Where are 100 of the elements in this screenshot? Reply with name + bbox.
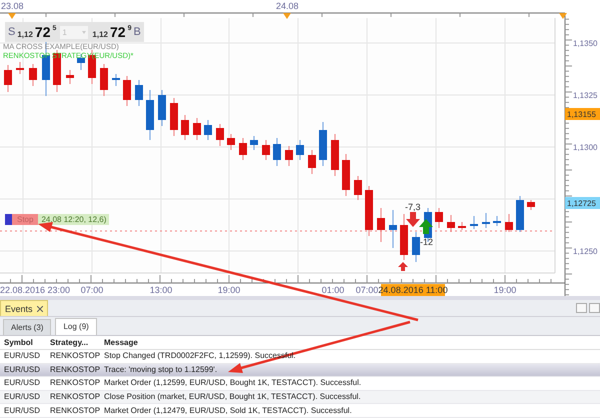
candle <box>482 212 490 228</box>
candle <box>239 138 247 160</box>
candle <box>4 64 12 92</box>
candle <box>470 216 478 230</box>
table-cell-text: RENKOSTOP <box>50 406 102 416</box>
table-cell-text: EUR/USD <box>3 351 42 362</box>
candle <box>204 120 212 140</box>
table-row[interactable]: EUR/USD RENKOSTOP Close Position (market, EUR/USD, Bought 1K, TESTACCT). Successful. <box>0 390 600 404</box>
table-cell-text: Close Position (market, EUR/USD, Bought 1K, TESTACCT). Successful. <box>104 392 362 402</box>
table-cell-text: Market Order (1,12599, EUR/USD, Bought 1K, TESTACCT). Successful. <box>104 378 362 388</box>
date-label: 23.08 <box>1 1 24 11</box>
price-label: 1,1350 <box>573 39 598 48</box>
date-marker-icon <box>283 13 291 19</box>
date-label: 24.08 <box>276 1 299 11</box>
candle <box>296 140 304 160</box>
candle <box>505 214 513 232</box>
price-label: 1,1300 <box>573 143 598 152</box>
date-marker-icon <box>559 13 567 19</box>
candle <box>181 114 189 140</box>
time-label: 19:00 <box>494 285 516 295</box>
table-cell-text: RENKOSTOP <box>50 392 102 402</box>
candle <box>66 70 74 84</box>
candle <box>100 64 108 96</box>
candle <box>227 134 235 150</box>
candle <box>319 122 327 166</box>
buy-price-prefix: 1,12 <box>92 30 108 38</box>
table-cell-text: RENKOSTOP <box>50 378 102 388</box>
sell-label: S <box>8 26 16 38</box>
candle <box>262 140 270 160</box>
candle <box>354 176 362 200</box>
table-cell-text: RENKOSTOP <box>50 364 102 375</box>
candle <box>365 186 373 236</box>
price-label: 1,1250 <box>573 247 598 256</box>
table-row[interactable]: EUR/USD RENKOSTOP Market Order (1,12479, EUR/USD, Sold 1K, TESTACCT). Successful. <box>0 404 600 418</box>
candle <box>412 232 420 262</box>
table-row[interactable]: EUR/USD RENKOSTOP Market Order (1,12599, EUR/USD, Bought 1K, TESTACCT). Successful. <box>0 377 600 391</box>
time-label: 19:00 <box>218 285 240 295</box>
candle <box>400 214 408 260</box>
buy-label: B <box>133 26 141 38</box>
stop-handle[interactable] <box>5 214 12 225</box>
time-label: 01:00 <box>322 285 344 295</box>
candle <box>377 208 385 242</box>
column-header[interactable]: Symbol <box>0 338 50 347</box>
time-label: 22.08.2016 23:00 <box>0 285 70 295</box>
candle <box>389 210 397 248</box>
candle <box>516 196 524 232</box>
buy-price-pips: 72 <box>110 24 126 40</box>
candle <box>273 138 281 166</box>
table-cell-text: RENKOSTOP <box>50 351 102 362</box>
candle <box>342 154 350 196</box>
price-marker: 1,12725 <box>565 197 600 209</box>
table-row[interactable]: EUR/USD RENKOSTOP Trace: 'moving stop to 1.12599'. <box>0 364 600 378</box>
time-label: 13:00 <box>150 285 172 295</box>
stop-detail: 24.08 12:20, 12,6) <box>38 214 110 225</box>
candle <box>308 150 316 174</box>
candle <box>135 80 143 106</box>
date-marker-icon <box>8 13 16 19</box>
price-label: 1,1325 <box>573 91 598 100</box>
candle <box>193 118 201 140</box>
table-cell-text: EUR/USD <box>3 392 42 402</box>
price-marker: 1,13155 <box>565 108 600 120</box>
candle <box>250 136 258 150</box>
candle <box>435 208 443 228</box>
candle <box>447 214 455 232</box>
time-label: 07:00 <box>356 285 378 295</box>
restore-icon[interactable] <box>576 303 587 313</box>
events-tab[interactable]: Events <box>0 300 48 316</box>
candle <box>527 200 535 210</box>
candle <box>29 64 37 86</box>
time-label: 07:00 <box>80 285 104 295</box>
log-tab[interactable]: Log (9) <box>55 318 97 335</box>
buy-arrow-icon <box>419 219 433 234</box>
trade-label: -12 <box>420 237 434 247</box>
table-cell-text: EUR/USD <box>3 378 42 388</box>
close-icon[interactable] <box>589 303 600 313</box>
candle <box>16 62 24 74</box>
entry-arrow-icon <box>398 262 408 271</box>
table-cell-text: Trace: 'moving stop to 1.12599'. <box>104 364 218 375</box>
column-header[interactable]: Message <box>104 338 600 347</box>
log-tab[interactable]: Alerts (3) <box>3 319 52 335</box>
candle <box>216 124 224 146</box>
candle <box>493 216 501 226</box>
candle <box>458 222 466 230</box>
caret-icon <box>82 30 86 34</box>
close-icon[interactable] <box>36 306 43 312</box>
sell-arrow-icon <box>406 212 420 227</box>
sell-price-prefix: 1,12 <box>17 30 33 38</box>
candle <box>146 90 154 140</box>
candle <box>123 76 131 106</box>
table-cell-text: Market Order (1,12479, EUR/USD, Sold 1K, TESTACCT). Successful. <box>104 406 353 416</box>
candle <box>112 74 120 86</box>
candle <box>331 134 339 176</box>
sell-price-pips: 72 <box>34 24 50 40</box>
table-cell-text: EUR/USD <box>3 364 42 375</box>
candle <box>158 90 166 126</box>
candle <box>170 98 178 136</box>
table-cell-text: EUR/USD <box>3 406 42 416</box>
trade-label: -7,3 <box>405 202 421 212</box>
candle <box>285 146 293 166</box>
column-header[interactable]: Strategy... <box>50 338 104 347</box>
